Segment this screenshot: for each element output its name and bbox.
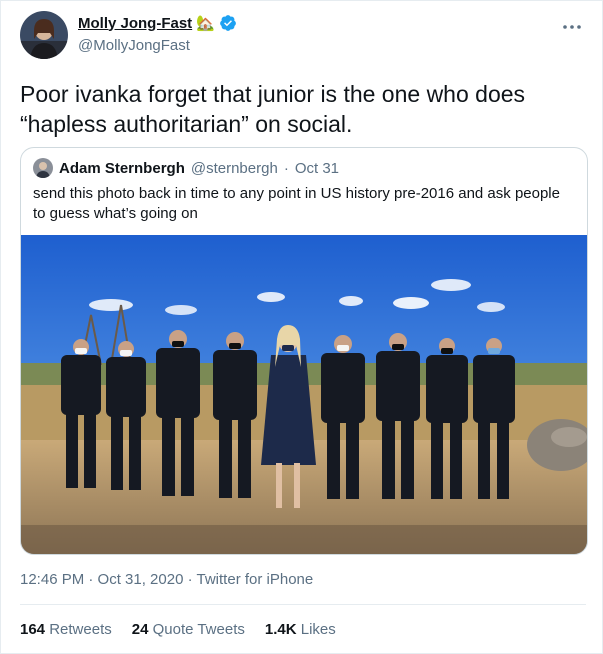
quoted-tweet-text: send this photo back in time to any poin… <box>33 185 560 222</box>
tweet-timestamp[interactable]: 12:46 PM · Oct 31, 2020 <box>20 571 183 588</box>
more-options-icon[interactable] <box>560 15 584 39</box>
quoted-tweet-header: Adam Sternbergh @sternbergh · Oct 31 <box>33 158 339 178</box>
house-emoji: 🏡 <box>196 15 215 32</box>
quoted-date: Oct 31 <box>294 159 339 177</box>
retweets-count: 164 <box>20 621 46 638</box>
retweets-label: Retweets <box>49 621 112 638</box>
quote-tweets-label: Quote Tweets <box>152 621 245 638</box>
author-handle[interactable]: @MollyJongFast <box>78 37 190 54</box>
quoted-tweet[interactable]: Adam Sternbergh @sternbergh · Oct 31 sen… <box>20 147 588 555</box>
divider <box>20 604 586 605</box>
author-name-text[interactable]: Molly Jong-Fast <box>78 15 192 32</box>
tweet-stats: 164 Retweets 24 Quote Tweets 1.4K Likes <box>20 621 336 638</box>
quoted-author-avatar <box>33 158 53 178</box>
retweets-stat[interactable]: 164 Retweets <box>20 621 112 638</box>
likes-count: 1.4K <box>264 621 297 638</box>
quote-tweets-stat[interactable]: 24 Quote Tweets <box>132 621 245 638</box>
quoted-separator: · <box>283 159 289 177</box>
quote-tweets-count: 24 <box>131 621 149 638</box>
likes-stat[interactable]: 1.4K Likes <box>265 621 336 638</box>
tweet-text: Poor ivanka forget that junior is the on… <box>20 81 526 137</box>
tweet-source[interactable]: Twitter for iPhone <box>197 571 314 588</box>
meta-separator: · <box>187 571 197 588</box>
author-avatar[interactable] <box>20 11 68 59</box>
tweet-card: Molly Jong-Fast 🏡 @MollyJongFast Poor iv… <box>0 0 603 654</box>
tweet-meta: 12:46 PM · Oct 31, 2020 · Twitter for iP… <box>20 571 313 588</box>
author-name[interactable]: Molly Jong-Fast 🏡 <box>78 14 237 32</box>
quoted-author-name: Adam Sternbergh <box>59 159 185 177</box>
likes-label: Likes <box>300 621 336 638</box>
quoted-tweet-photo[interactable] <box>21 235 587 554</box>
quoted-author-handle: @sternbergh <box>190 159 278 177</box>
verified-badge-icon <box>219 15 236 31</box>
